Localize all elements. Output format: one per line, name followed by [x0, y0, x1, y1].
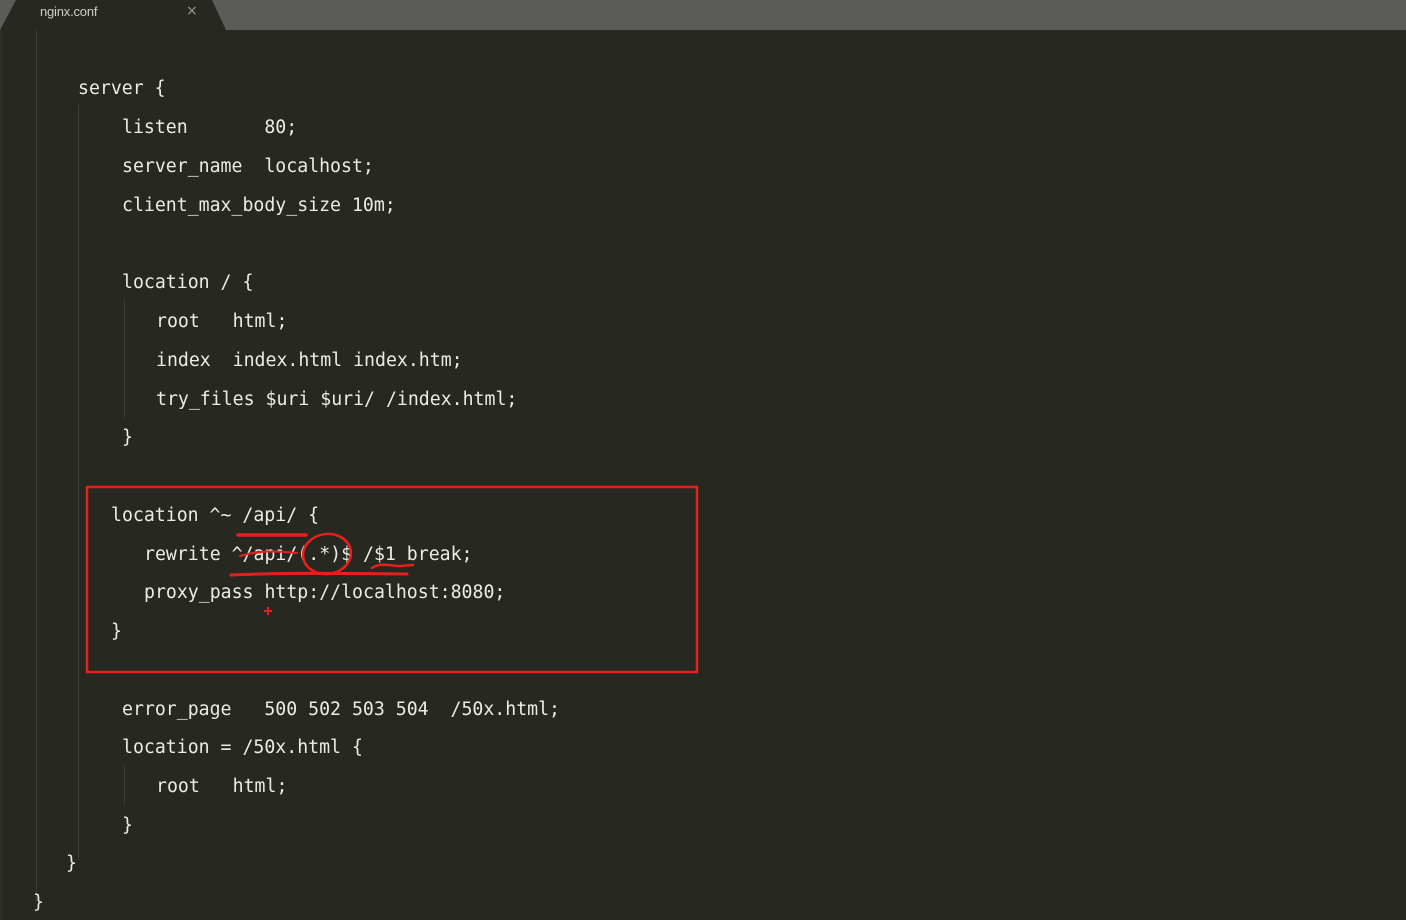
code-line-proxy-pass: proxy_pass http://localhost:8080;	[144, 582, 506, 603]
close-icon[interactable]: ×	[186, 3, 198, 19]
code-line-location-50x-close: }	[122, 815, 133, 836]
code-line-server-name: server_name localhost;	[122, 156, 374, 177]
indent-guide	[124, 765, 125, 805]
code-line-listen: listen 80;	[122, 117, 298, 138]
indent-guide	[124, 300, 125, 418]
code-line-location-root-close: }	[122, 427, 133, 448]
code-line-root-50x: root html;	[156, 776, 288, 797]
code-line-location-root: location / {	[122, 272, 254, 293]
tab-title: nginx.conf	[40, 4, 98, 19]
tab-bar: nginx.conf ×	[0, 0, 1406, 30]
code-line-index: index index.html index.htm;	[156, 350, 463, 371]
code-line-client-max-body-size: client_max_body_size 10m;	[122, 195, 396, 216]
code-line-location-50x: location = /50x.html {	[122, 737, 363, 758]
code-line-location-api-close: }	[111, 621, 122, 642]
code-line-rewrite: rewrite ^/api/(.*)$ /$1 break;	[144, 544, 473, 565]
code-line-location-api: location ^~ /api/ {	[111, 505, 320, 526]
code-line-http-close: }	[33, 892, 44, 913]
code-line-error-page: error_page 500 502 503 504 /50x.html;	[122, 699, 560, 720]
code-line-server-close: }	[66, 853, 77, 874]
tab-nginx-conf[interactable]: nginx.conf ×	[0, 0, 226, 30]
editor-gutter	[0, 30, 2, 920]
code-line-root: root html;	[156, 311, 288, 332]
code-line-try-files: try_files $uri $uri/ /index.html;	[156, 389, 518, 410]
indent-guide	[36, 30, 37, 902]
code-line-server-open: server {	[78, 78, 166, 99]
indent-guide	[78, 105, 79, 860]
